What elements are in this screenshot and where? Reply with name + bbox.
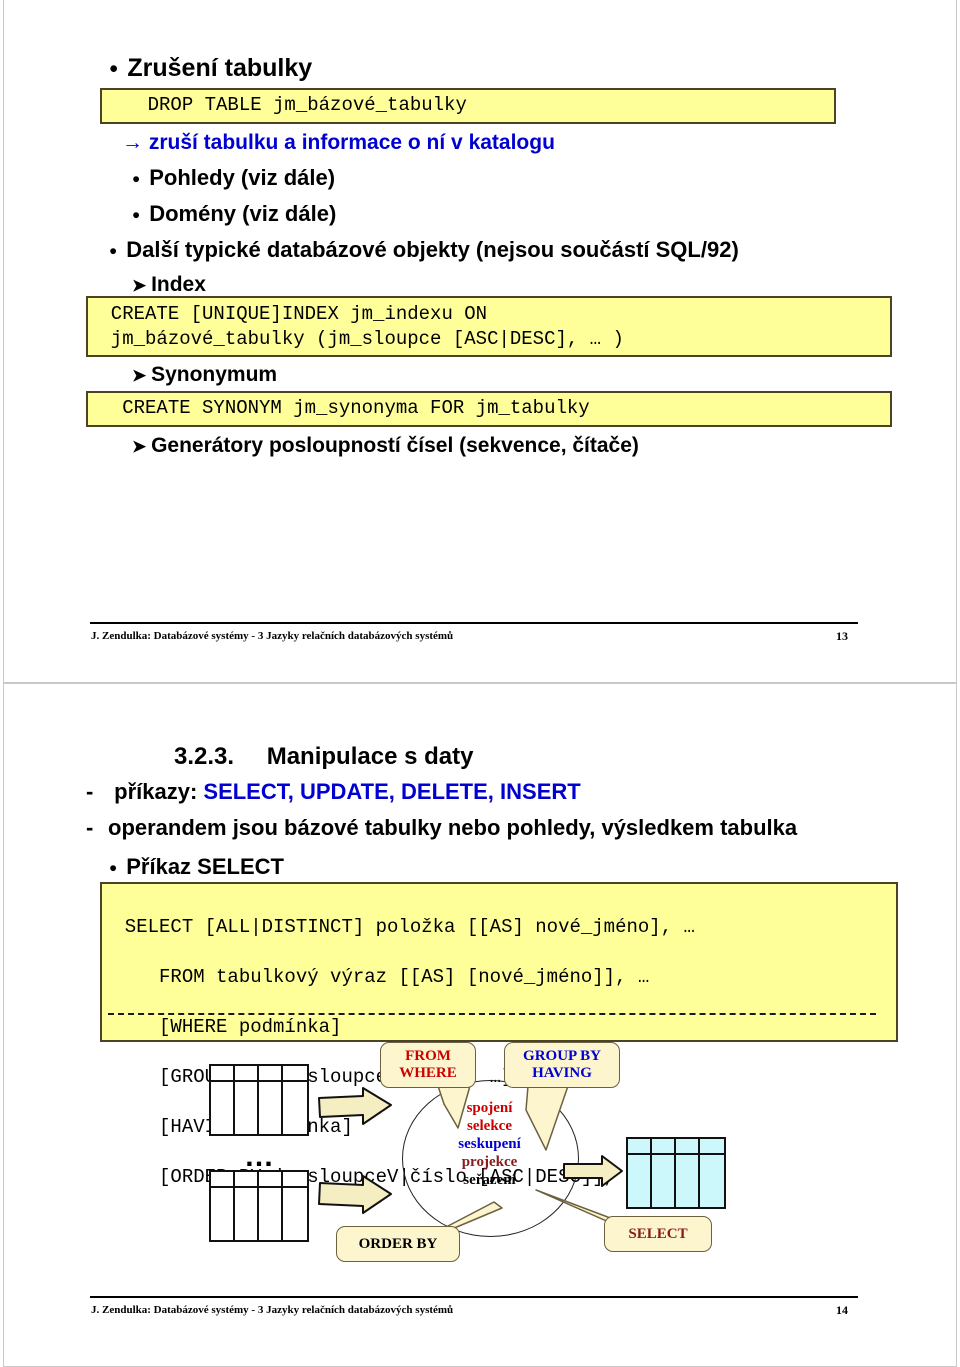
bullet-synonymum: Synonymum xyxy=(132,363,277,386)
line-operandem: operandem jsou bázové tabulky nebo pohle… xyxy=(86,815,797,840)
callout-order-by: ORDER BY xyxy=(336,1226,460,1262)
footer-text-13: J. Zendulka: Databázové systémy - 3 Jazy… xyxy=(91,630,454,642)
bullet-dalsi-objekty: Další typické databázové objekty (nejsou… xyxy=(109,237,739,262)
input-arrow-2-icon xyxy=(318,1175,392,1214)
bullet-domeny: Domény (viz dále) xyxy=(132,201,336,226)
callout-group-by-having: GROUP BY HAVING xyxy=(504,1042,620,1088)
footer-text-14: J. Zendulka: Databázové systémy - 3 Jazy… xyxy=(91,1304,454,1316)
bullet-pohledy: Pohledy (viz dále) xyxy=(132,165,335,190)
bullet-zruseni-tabulky: Zrušení tabulky xyxy=(109,54,312,83)
footer-page-number-14: 14 xyxy=(836,1303,848,1317)
op-projekce: projekce xyxy=(461,1154,518,1170)
code-drop-table: DROP TABLE jm_bázové_tabulky xyxy=(100,88,836,124)
bullet-prikaz-select: Příkaz SELECT xyxy=(109,854,284,879)
input-arrow-1-icon xyxy=(318,1087,392,1125)
section-heading-number: 3.2.3. xyxy=(174,743,235,770)
section-heading-title: Manipulace s daty xyxy=(266,743,474,770)
footer-divider-13 xyxy=(90,622,858,624)
select-line-3: [WHERE podmínka] xyxy=(102,1016,342,1038)
select-line-2: FROM tabulkový výraz [[AS] [nové_jméno]]… xyxy=(102,966,650,988)
note-drop-effect: → zruší tabulku a informace o ní v katal… xyxy=(122,131,555,154)
line-prikazy-commands: SELECT, UPDATE, DELETE, INSERT xyxy=(203,779,581,804)
source-table-1 xyxy=(209,1064,309,1136)
line-prikazy: příkazy: SELECT, UPDATE, DELETE, INSERT xyxy=(86,779,581,804)
footer-divider-14 xyxy=(90,1296,858,1298)
select-line-1: SELECT [ALL|DISTINCT] položka [[AS] nové… xyxy=(102,916,695,938)
bullet-generatory: Generátory posloupností čísel (sekvence,… xyxy=(132,434,639,457)
line-prikazy-label: příkazy: xyxy=(114,779,204,804)
slide-page-13: Zrušení tabulky DROP TABLE jm_bázové_tab… xyxy=(3,0,957,683)
section-heading: 3.2.3. Manipulace s daty xyxy=(174,743,474,770)
from-where-tail-icon xyxy=(437,1085,471,1129)
bullet-index: Index xyxy=(132,273,206,296)
group-by-having-tail-icon xyxy=(525,1085,569,1151)
callout-from-where: FROM WHERE xyxy=(380,1042,476,1088)
source-table-2 xyxy=(209,1170,309,1242)
output-arrow-icon xyxy=(563,1155,623,1187)
footer-page-number-13: 13 xyxy=(836,629,848,643)
code-select-syntax: SELECT [ALL|DISTINCT] položka [[AS] nové… xyxy=(100,882,898,1188)
select-processing-diagram: … spojení selekce seskupení projekce seř… xyxy=(4,1042,956,1277)
code-dashed-separator xyxy=(108,1013,876,1015)
code-create-index: CREATE [UNIQUE]INDEX jm_indexu ON jm_báz… xyxy=(86,296,892,357)
callout-select: SELECT xyxy=(604,1216,712,1252)
ellipsis-tables: … xyxy=(244,1140,277,1173)
code-create-synonym: CREATE SYNONYM jm_synonyma FOR jm_tabulk… xyxy=(86,391,892,427)
slide-page-14: 3.2.3. Manipulace s daty příkazy: SELECT… xyxy=(3,683,957,1367)
